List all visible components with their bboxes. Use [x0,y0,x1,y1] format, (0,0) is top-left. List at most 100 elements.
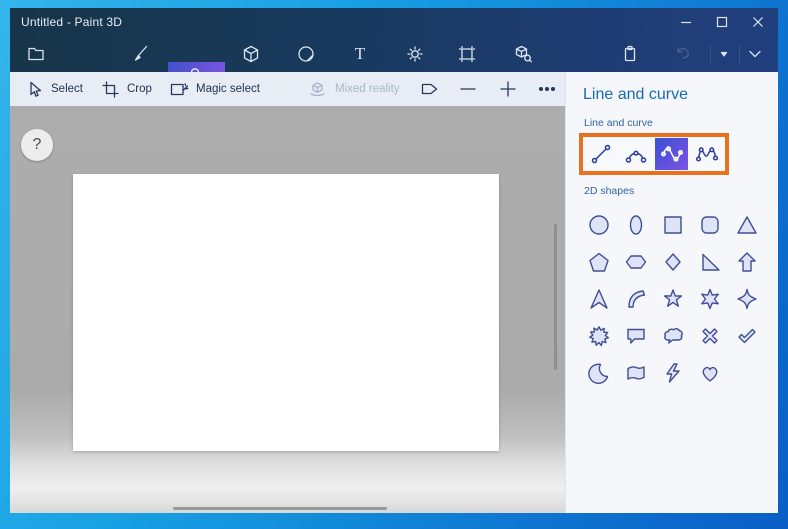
tool-s-curve[interactable] [655,138,689,170]
curve-tool-icon [625,150,647,163]
help-label: ? [32,136,42,153]
zoom-out-icon [460,88,476,90]
stickers-icon [298,46,314,62]
undo-button[interactable] [668,37,698,71]
help-button[interactable]: ? [21,129,53,161]
shape-star-5[interactable] [654,280,691,317]
shape-chevron-arrow[interactable] [580,280,617,317]
brush-icon [134,45,148,61]
shape-crescent[interactable] [580,354,617,391]
3d-shapes-button[interactable] [236,37,266,71]
shape-triangle[interactable] [728,206,765,243]
shape-right-triangle[interactable] [691,243,728,280]
canvas-icon [458,45,476,63]
stickers-button[interactable] [291,37,321,71]
select-button[interactable]: Select [24,72,83,106]
zoom-out-button[interactable] [457,72,479,106]
vertical-scrollbar[interactable] [554,224,557,370]
magic-select-label: Magic select [196,83,260,95]
shape-heart[interactable] [691,354,728,391]
desktop-background: Untitled - Paint 3D T Select Crop Magic … [0,0,788,529]
shape-block-arrow[interactable] [728,243,765,280]
effects-icon [407,46,423,62]
text-button[interactable]: T [345,37,375,71]
shape-speech-bubble[interactable] [617,317,654,354]
mixed-reality-button[interactable]: Mixed reality [307,72,400,106]
title-bar: Untitled - Paint 3D [10,8,778,36]
workspace: ? [10,106,565,513]
shape-hexagon[interactable] [617,243,654,280]
more-options-button[interactable] [536,72,558,106]
text-icon: T [354,44,366,63]
top-bar: Untitled - Paint 3D T [10,8,778,100]
collapse-icon [749,50,761,58]
menu-icon [28,47,44,61]
tool-double-curve[interactable] [691,138,724,170]
effects-button[interactable] [400,37,430,71]
more-icon [538,86,556,92]
canvas-button[interactable] [452,37,482,71]
minimize-button[interactable] [668,8,704,36]
shape-burst[interactable] [580,317,617,354]
shape-outline-icon [421,83,438,95]
paint3d-window: Untitled - Paint 3D T Select Crop Magic … [10,8,778,513]
sub-toolbar: Select Crop Magic select Mixed reality [10,72,565,106]
shape-banner[interactable] [617,354,654,391]
shape-thought-bubble[interactable] [654,317,691,354]
tool-line[interactable] [584,138,617,170]
crop-icon [102,81,119,98]
mixed-reality-label: Mixed reality [335,83,400,95]
shape-square[interactable] [654,206,691,243]
shape-checkmark[interactable] [728,317,765,354]
shapes-grid [580,206,765,391]
magic-select-button[interactable]: Magic select [168,72,260,106]
line-curve-tools-highlight [579,133,729,175]
line-curve-section-label: Line and curve [584,117,653,129]
shape-ellipse[interactable] [617,206,654,243]
maximize-icon [716,16,728,28]
shape-star-4[interactable] [728,280,765,317]
3d-library-icon [515,45,532,63]
close-icon [753,17,763,27]
zoom-in-button[interactable] [497,72,519,106]
paste-icon [624,45,636,62]
3d-shapes-icon [243,45,259,63]
close-button[interactable] [740,8,776,36]
history-dropdown-button[interactable] [709,37,739,71]
window-controls [668,8,776,36]
panel-title: Line and curve [583,86,688,103]
2d-shapes-section-label: 2D shapes [584,185,635,197]
shape-pentagon[interactable] [580,243,617,280]
shape-rounded-square[interactable] [691,206,728,243]
shape-circle[interactable] [580,206,617,243]
shape-star-6[interactable] [691,280,728,317]
menu-button[interactable] [21,37,51,71]
3d-library-button[interactable] [508,37,538,71]
shape-lightning[interactable] [654,354,691,391]
collapse-menu-button[interactable] [740,37,770,71]
brush-tool-button[interactable] [125,37,155,71]
shape-style-button[interactable] [417,72,441,106]
cursor-icon [30,81,42,97]
main-toolbar: 2D shapes T [10,36,778,100]
tool-curve[interactable] [620,138,653,170]
crop-button[interactable]: Crop [100,72,152,106]
zoom-in-icon [500,81,516,97]
line-curve-panel: Line and curve Line and curve 2D shapes [565,72,778,513]
double-curve-tool-icon [696,147,719,162]
s-curve-tool-icon [660,146,683,162]
shape-curve-wedge[interactable] [617,280,654,317]
minimize-icon [681,21,691,24]
paste-button[interactable] [615,37,645,71]
window-title: Untitled - Paint 3D [21,15,123,29]
shape-cross[interactable] [691,317,728,354]
horizontal-scrollbar[interactable] [173,507,387,510]
maximize-button[interactable] [704,8,740,36]
magic-select-icon [170,83,189,96]
history-dropdown-icon [720,51,728,57]
line-tool-icon [591,144,610,164]
crop-label: Crop [127,83,152,95]
shape-diamond[interactable] [654,243,691,280]
drawing-canvas[interactable] [73,174,499,451]
select-label: Select [51,83,83,95]
